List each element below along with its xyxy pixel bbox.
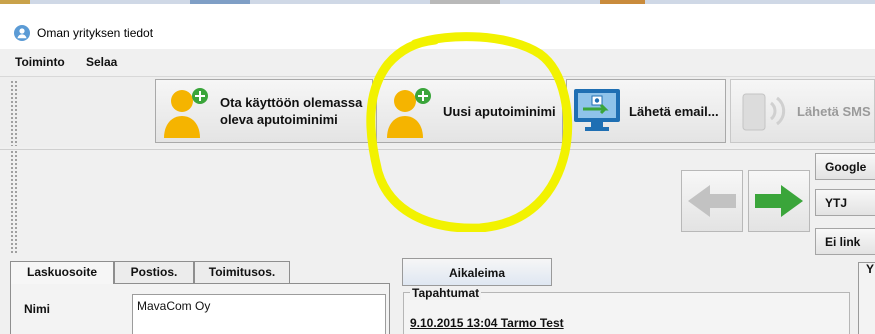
no-link-button[interactable]: Ei link: [815, 228, 875, 255]
name-label: Nimi: [24, 302, 51, 316]
navigation-panel: [0, 149, 875, 255]
send-email-button[interactable]: Lähetä email...: [566, 79, 726, 143]
menu-bar: Toiminto Selaa: [0, 49, 875, 77]
send-sms-button[interactable]: Lähetä SMS: [730, 79, 875, 143]
new-tradename-label: Uusi aputoiminimi: [443, 104, 556, 119]
phone-signal-icon: [742, 93, 786, 131]
use-existing-tradename-button[interactable]: Ota käyttöön olemassa oleva aputoiminimi: [155, 79, 373, 143]
arrow-right-icon: [755, 185, 803, 217]
ytj-button[interactable]: YTJ: [815, 189, 875, 216]
send-email-label: Lähetä email...: [629, 104, 719, 119]
window-titlebar: Oman yrityksen tiedot: [0, 4, 875, 49]
menu-toiminto[interactable]: Toiminto: [15, 55, 65, 69]
person-add-icon: [387, 88, 431, 138]
monitor-email-icon: [574, 89, 620, 131]
event-entry[interactable]: 9.10.2015 13:04 Tarmo Test: [410, 316, 564, 330]
tab-toimitusos[interactable]: Toimitusos.: [194, 261, 290, 283]
window-title: Oman yrityksen tiedot: [37, 26, 154, 40]
new-tradename-button[interactable]: Uusi aputoiminimi: [376, 79, 563, 143]
menu-selaa[interactable]: Selaa: [86, 55, 117, 69]
forward-button[interactable]: [748, 170, 810, 232]
send-sms-label: Lähetä SMS: [797, 104, 871, 119]
use-existing-tradename-label-1: Ota käyttöön olemassa: [220, 95, 363, 110]
back-button[interactable]: [681, 170, 743, 232]
tab-laskuosoite[interactable]: Laskuosoite: [10, 261, 114, 284]
google-button[interactable]: Google: [815, 153, 875, 180]
name-field[interactable]: MavaCom Oy: [132, 294, 386, 334]
panel-grip[interactable]: [10, 150, 18, 254]
person-add-icon: [164, 88, 208, 138]
right-tab[interactable]: Y: [866, 262, 874, 276]
use-existing-tradename-label-2: oleva aputoiminimi: [220, 112, 338, 127]
toolbar-grip[interactable]: [10, 80, 18, 146]
arrow-left-icon: [688, 185, 736, 217]
events-group-title: Tapahtumat: [410, 286, 482, 300]
app-person-icon: [14, 25, 30, 41]
tab-postios[interactable]: Postios.: [114, 261, 194, 283]
timestamp-button[interactable]: Aikaleima: [402, 258, 552, 286]
